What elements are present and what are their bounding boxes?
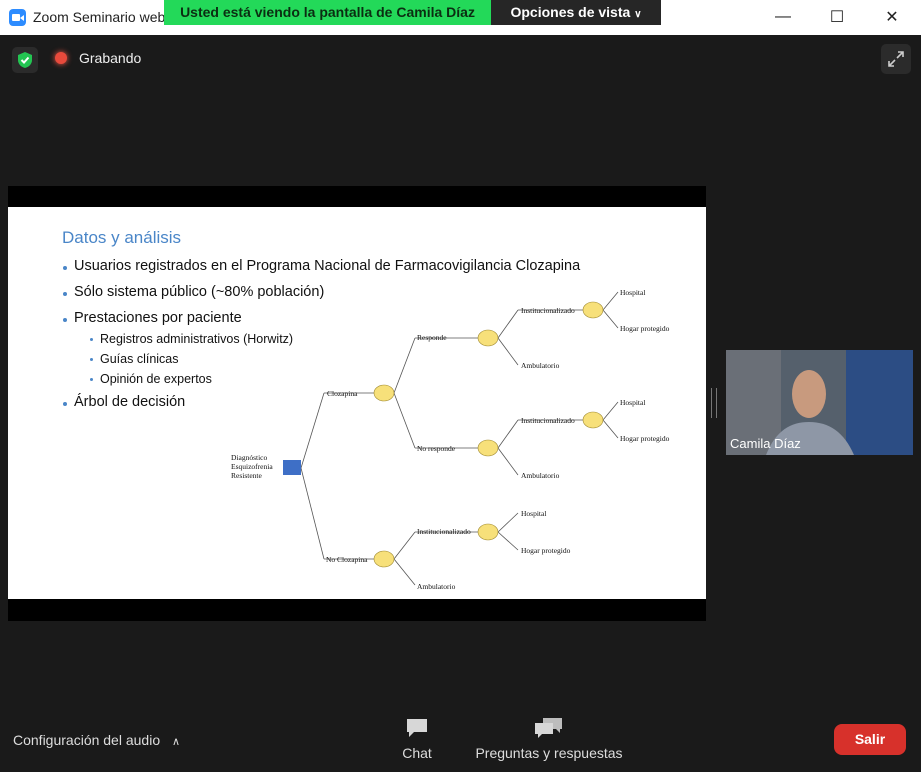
chance-node [582, 301, 604, 319]
tree-label-institucionalizado: Institucionalizado [417, 527, 471, 536]
chance-node [477, 439, 499, 457]
maximize-button[interactable]: ☐ [819, 4, 855, 30]
participant-name: Camila Díaz [730, 436, 801, 451]
tree-label-ambulatorio: Ambulatorio [417, 582, 456, 591]
recording-label: Grabando [79, 50, 142, 66]
audio-settings-label: Configuración del audio [13, 732, 161, 748]
recording-dot-icon [55, 52, 67, 64]
resize-handle[interactable] [711, 388, 717, 418]
window-title: Zoom Seminario web [33, 9, 166, 25]
chance-node [477, 329, 499, 347]
tree-label-institucionalizado: Institucionalizado [521, 306, 575, 315]
root-decision-node [283, 460, 301, 475]
tree-label-no-clozapina: No Clozapina [326, 555, 368, 564]
decision-tree-diagram: Diagnóstico Esquizofrenia Resistente Clo… [231, 288, 670, 591]
tree-label-hogar-protegido: Hogar protegido [521, 546, 571, 555]
tree-label-clozapina: Clozapina [327, 389, 358, 398]
security-shield-icon[interactable] [12, 47, 38, 73]
shared-screen: Datos y análisis Usuarios registrados en… [8, 186, 706, 621]
tree-label-hogar-protegido: Hogar protegido [620, 434, 670, 443]
chance-node [477, 523, 499, 541]
chat-button[interactable]: Chat [396, 716, 438, 761]
fullscreen-expand-icon[interactable] [881, 44, 911, 74]
view-options-label: Opciones de vista [510, 4, 631, 20]
tree-root-label: Esquizofrenia [231, 462, 273, 471]
tree-label-institucionalizado: Institucionalizado [521, 416, 575, 425]
tree-label-hospital: Hospital [620, 288, 645, 297]
minimize-button[interactable]: — [765, 4, 801, 30]
chevron-down-icon: ∨ [634, 9, 642, 20]
chat-bubble-icon [407, 719, 427, 737]
tree-label-hospital: Hospital [521, 509, 546, 518]
audio-settings-button[interactable]: Configuración del audio ∧ [13, 732, 180, 748]
tree-label-hospital: Hospital [620, 398, 645, 407]
tree-label-no-responde: No responde [417, 444, 456, 453]
screen-share-banner: Usted está viendo la pantalla de Camila … [164, 0, 491, 25]
qa-bubbles-icon [535, 718, 562, 738]
tree-root-label: Diagnóstico [231, 453, 267, 462]
tree-label-ambulatorio: Ambulatorio [521, 471, 560, 480]
tree-label-hogar-protegido: Hogar protegido [620, 324, 670, 333]
chance-node [582, 411, 604, 429]
qa-button[interactable]: Preguntas y respuestas [470, 716, 628, 761]
presentation-slide: Datos y análisis Usuarios registrados en… [8, 207, 706, 599]
chevron-up-icon: ∧ [172, 736, 181, 748]
tree-label-responde: Responde [417, 333, 447, 342]
qa-label: Preguntas y respuestas [475, 745, 623, 761]
chat-label: Chat [402, 745, 432, 761]
chance-node [373, 384, 395, 402]
close-button[interactable]: ✕ [874, 4, 910, 30]
zoom-logo-icon [9, 9, 26, 26]
view-options-button[interactable]: Opciones de vista ∨ [491, 0, 661, 25]
participant-video-tile[interactable]: Camila Díaz [726, 350, 913, 455]
leave-button[interactable]: Salir [834, 724, 906, 755]
chance-node [373, 550, 395, 568]
tree-root-label: Resistente [231, 471, 262, 480]
tree-label-ambulatorio: Ambulatorio [521, 361, 560, 370]
